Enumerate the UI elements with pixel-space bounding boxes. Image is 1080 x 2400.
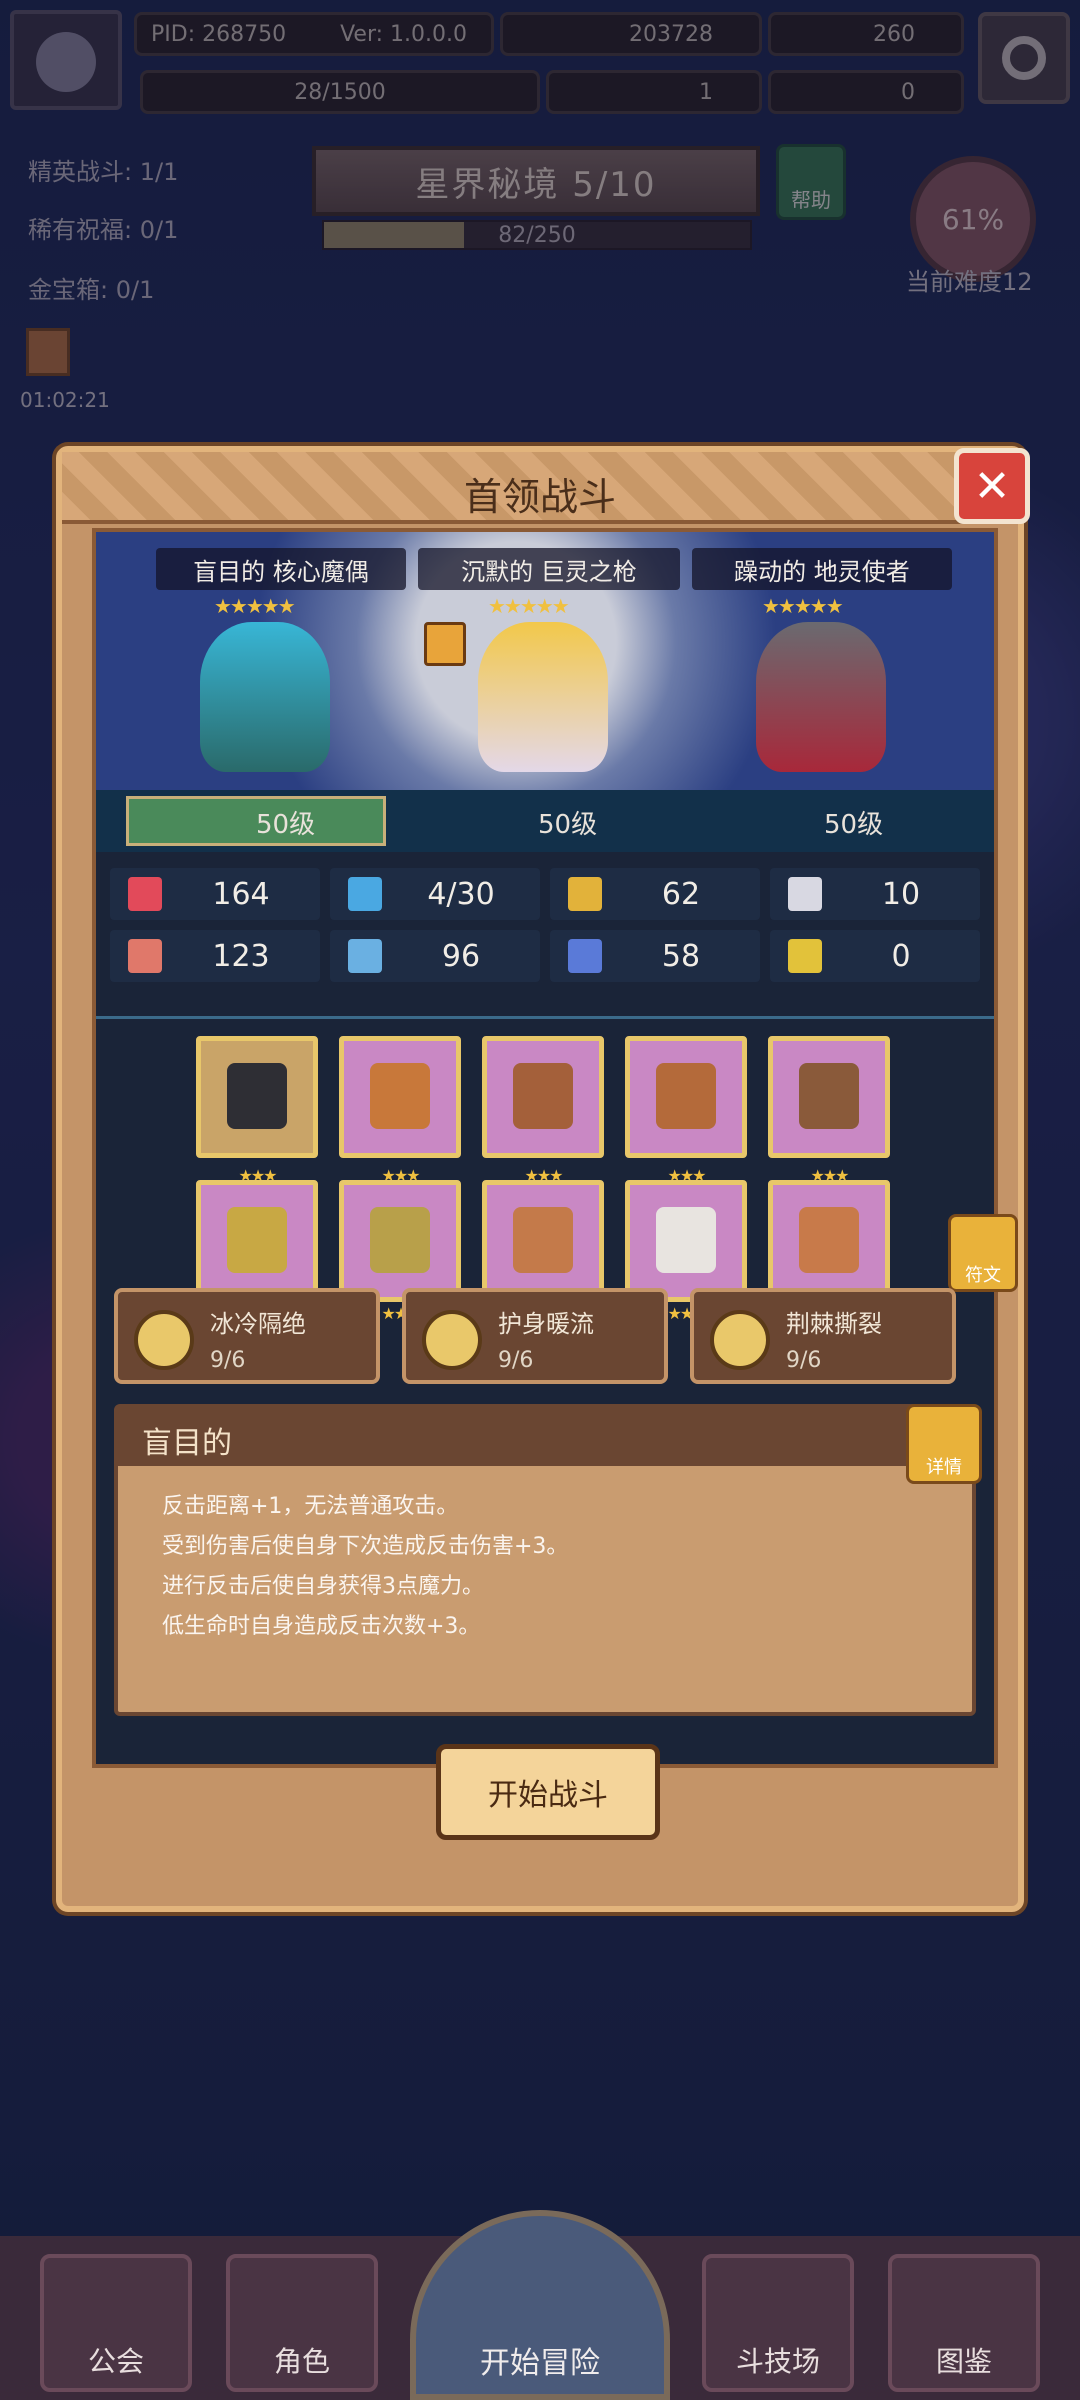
shield-icon	[568, 877, 602, 911]
boss-sprite-1[interactable]	[200, 622, 330, 772]
boss-stars-2: ★★★★★	[488, 594, 570, 618]
boss-name-3: 躁动的 地灵使者	[692, 548, 952, 590]
rune-button[interactable]: 符文	[948, 1214, 1018, 1292]
set-icon	[422, 1310, 482, 1370]
stat-attack: 123	[110, 930, 320, 982]
boss-level-1: 50级	[256, 810, 316, 840]
equip-slot-boots[interactable]	[768, 1180, 890, 1302]
nav-arena[interactable]: 斗技场	[702, 2254, 854, 2392]
boss-sprite-3[interactable]	[756, 622, 886, 772]
equip-slot-necklace[interactable]	[482, 1036, 604, 1158]
trait-line-2: 受到伤害后使自身下次造成反击伤害+3。	[162, 1534, 569, 1559]
equip-slot-armor[interactable]	[339, 1180, 461, 1302]
stairs-icon	[568, 939, 602, 973]
boss-level-3: 50级	[824, 810, 884, 840]
stat-luck: 0	[770, 930, 980, 982]
boss-stars-3: ★★★★★	[762, 594, 844, 618]
boss-level-2: 50级	[538, 810, 598, 840]
fist-icon	[128, 939, 162, 973]
boss-stars-1: ★★★★★	[214, 594, 296, 618]
nav-guild[interactable]: 公会	[40, 2254, 192, 2392]
equip-slot-helmet[interactable]	[196, 1180, 318, 1302]
set-bonus-1[interactable]: 冰冷隔绝 9/6	[114, 1288, 380, 1384]
stat-mana: 4/30	[330, 868, 540, 920]
trait-line-4: 低生命时自身造成反击次数+3。	[162, 1614, 481, 1639]
modal-header: 首领战斗	[62, 452, 1018, 524]
book-icon	[348, 939, 382, 973]
equip-slot-gloves[interactable]	[482, 1180, 604, 1302]
boss-name-1: 盲目的 核心魔偶	[156, 548, 406, 590]
magnifier-icon: 详情	[926, 1457, 962, 1478]
close-button[interactable]: ✕	[954, 448, 1030, 524]
equip-slot-buckler[interactable]	[625, 1036, 747, 1158]
nav-codex[interactable]: 图鉴	[888, 2254, 1040, 2392]
trait-line-3: 进行反击后使自身获得3点魔力。	[162, 1574, 484, 1599]
modal-content: 盲目的 核心魔偶 沉默的 巨灵之枪 躁动的 地灵使者 ★★★★★ ★★★★★ ★…	[92, 528, 1018, 1768]
nav-character[interactable]: 角色	[226, 2254, 378, 2392]
trait-title: 盲目的	[142, 1426, 232, 1461]
equip-slot-weapon[interactable]	[196, 1036, 318, 1158]
boss-level-row: 50级 50级 50级	[96, 790, 994, 852]
trait-header: 盲目的	[118, 1408, 972, 1466]
divider	[96, 1016, 994, 1019]
close-icon: ✕	[973, 460, 1011, 512]
set-icon	[710, 1310, 770, 1370]
water-drop-icon	[348, 877, 382, 911]
equip-slot-shield[interactable]	[339, 1036, 461, 1158]
boss-sprite-2[interactable]	[478, 622, 608, 772]
trait-line-1: 反击距离+1，无法普通攻击。	[162, 1494, 459, 1519]
set-bonus-2[interactable]: 护身暖流 9/6	[402, 1288, 668, 1384]
equip-slot-belt[interactable]	[625, 1180, 747, 1302]
horseshoe-icon	[788, 939, 822, 973]
boss-row: 盲目的 核心魔偶 沉默的 巨灵之枪 躁动的 地灵使者 ★★★★★ ★★★★★ ★…	[96, 532, 994, 790]
stat-hp: 164	[110, 868, 320, 920]
set-bonus-3[interactable]: 荆棘撕裂 9/6	[690, 1288, 956, 1384]
stat-defense: 62	[550, 868, 760, 920]
heart-icon	[128, 877, 162, 911]
stat-speed: 10	[770, 868, 980, 920]
boss-name-2: 沉默的 巨灵之枪	[418, 548, 680, 590]
details-button[interactable]: 详情	[906, 1404, 982, 1484]
trait-description-panel: 盲目的 详情 反击距离+1，无法普通攻击。 受到伤害后使自身下次造成反击伤害+3…	[114, 1404, 982, 1716]
set-icon	[134, 1310, 194, 1370]
leader-badge-icon	[424, 622, 466, 666]
equip-slot-ring[interactable]	[768, 1036, 890, 1158]
stat-resist: 58	[550, 930, 760, 982]
start-battle-button[interactable]: 开始战斗	[436, 1744, 660, 1840]
boss-battle-modal: 首领战斗 ✕ 盲目的 核心魔偶 沉默的 巨灵之枪 躁动的 地灵使者 ★★★★★ …	[56, 446, 1030, 1912]
wing-icon	[788, 877, 822, 911]
stat-magic: 96	[330, 930, 540, 982]
modal-title: 首领战斗	[463, 475, 616, 519]
